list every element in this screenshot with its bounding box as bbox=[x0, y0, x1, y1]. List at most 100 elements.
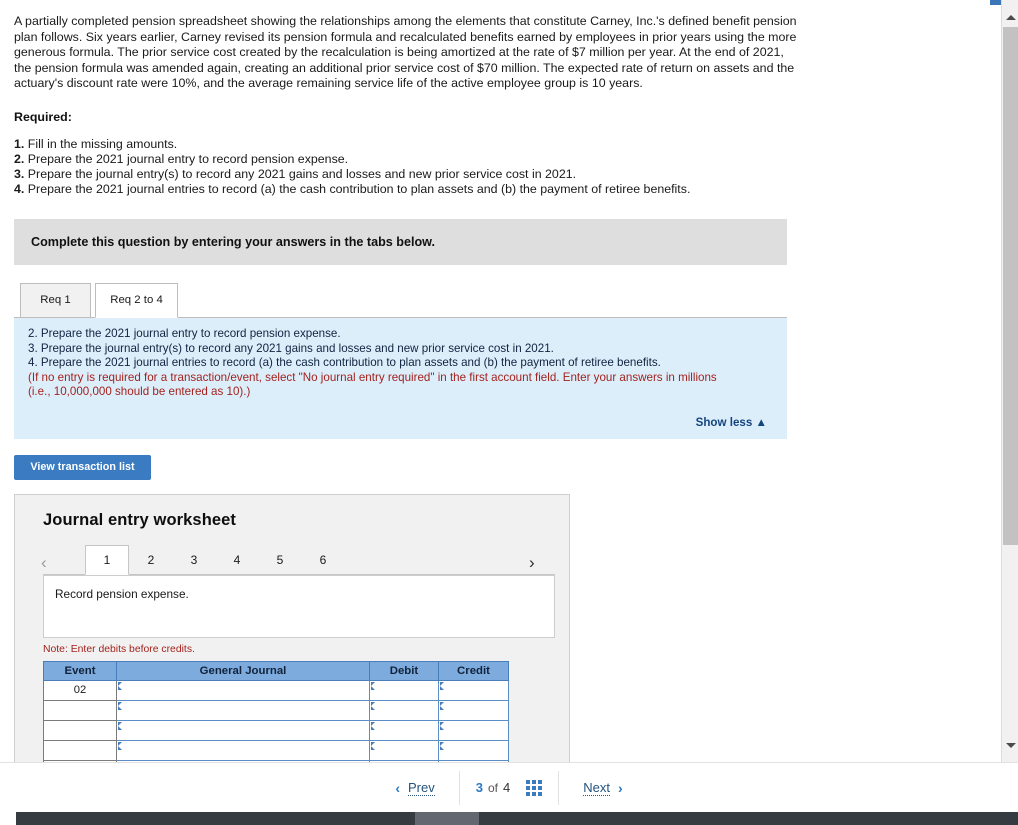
cell-event bbox=[43, 739, 117, 761]
requirement-number: 4. bbox=[14, 181, 25, 196]
cell-debit[interactable] bbox=[369, 699, 439, 721]
requirement-text: Prepare the 2021 journal entries to reco… bbox=[27, 181, 691, 196]
cell-debit[interactable] bbox=[369, 679, 439, 701]
table-row: 02 bbox=[43, 679, 509, 701]
instruction-banner: Complete this question by entering your … bbox=[14, 218, 787, 265]
worksheet-page-1-label: 1 bbox=[103, 552, 111, 567]
cell-general-journal[interactable] bbox=[116, 679, 370, 701]
taskbar-background bbox=[16, 812, 1018, 825]
os-taskbar bbox=[0, 812, 1018, 825]
worksheet-page-1[interactable]: 1 bbox=[85, 544, 129, 575]
show-less-link[interactable]: Show less ▲ bbox=[696, 416, 767, 429]
cell-event bbox=[43, 719, 117, 741]
show-less-row: Show less ▲ bbox=[28, 413, 773, 431]
prev-button[interactable]: ‹ Prev bbox=[379, 771, 458, 805]
next-button[interactable]: Next › bbox=[558, 770, 638, 805]
column-header-general-journal: General Journal bbox=[116, 660, 370, 681]
page-root: A partially completed pension spreadshee… bbox=[0, 0, 1018, 825]
column-header-credit: Credit bbox=[438, 660, 509, 681]
prev-label: Prev bbox=[408, 779, 435, 796]
tab-req-1[interactable]: Req 1 bbox=[20, 282, 91, 318]
chevron-right-icon[interactable]: › bbox=[529, 554, 535, 571]
requirement-item: 2. Prepare the 2021 journal entry to rec… bbox=[14, 152, 814, 167]
table-row bbox=[43, 739, 509, 761]
cell-general-journal[interactable] bbox=[116, 719, 370, 741]
grid-view-icon[interactable] bbox=[526, 779, 543, 796]
page-indicator: 3 of 4 bbox=[458, 770, 558, 805]
requirement-text: Fill in the missing amounts. bbox=[27, 136, 178, 151]
instruction-banner-text: Complete this question by entering your … bbox=[31, 234, 435, 249]
worksheet-note: Note: Enter debits before credits. bbox=[43, 643, 195, 655]
page-current: 3 bbox=[475, 780, 483, 795]
worksheet-page-2-label: 2 bbox=[147, 552, 155, 567]
required-heading: Required: bbox=[14, 109, 72, 124]
worksheet-page-5-label: 5 bbox=[276, 552, 284, 567]
worksheet-title: Journal entry worksheet bbox=[43, 510, 237, 529]
worksheet-page-4-label: 4 bbox=[233, 552, 241, 567]
requirement-number: 3. bbox=[14, 166, 25, 181]
taskbar-active-window[interactable] bbox=[415, 812, 479, 825]
table-row bbox=[43, 699, 509, 721]
requirement-number: 2. bbox=[14, 151, 25, 166]
scroll-up-arrow-icon[interactable] bbox=[1002, 9, 1018, 26]
journal-entry-table: Event General Journal Debit Credit 02 bbox=[43, 660, 509, 762]
requirement-number: 1. bbox=[14, 136, 25, 151]
chevron-right-icon: › bbox=[617, 779, 623, 796]
cell-general-journal[interactable] bbox=[116, 739, 370, 761]
cell-event: 02 bbox=[43, 679, 117, 701]
table-row bbox=[43, 719, 509, 741]
requirement-tabstrip: Req 1 Req 2 to 4 bbox=[14, 282, 787, 318]
cell-debit[interactable] bbox=[369, 739, 439, 761]
worksheet-pagination: ‹ 1 2 3 4 5 6 › bbox=[15, 544, 569, 575]
instruction-line: 3. Prepare the journal entry(s) to recor… bbox=[28, 341, 554, 355]
next-label: Next bbox=[583, 779, 610, 796]
cell-credit[interactable] bbox=[438, 699, 509, 721]
scrollbar-thumb[interactable] bbox=[1003, 27, 1018, 545]
worksheet-page-4[interactable]: 4 bbox=[215, 545, 259, 575]
instructions-panel: 2. Prepare the 2021 journal entry to rec… bbox=[14, 317, 787, 439]
page-total: 4 bbox=[503, 780, 511, 795]
cell-credit[interactable] bbox=[438, 739, 509, 761]
worksheet-page-2[interactable]: 2 bbox=[129, 545, 173, 575]
instruction-line: 2. Prepare the 2021 journal entry to rec… bbox=[28, 326, 341, 340]
column-header-debit: Debit bbox=[369, 660, 439, 681]
worksheet-page-5[interactable]: 5 bbox=[258, 545, 302, 575]
worksheet-page-6[interactable]: 6 bbox=[301, 545, 345, 575]
page-of-label: of bbox=[487, 780, 498, 795]
instruction-note-line: (i.e., 10,000,000 should be entered as 1… bbox=[28, 385, 251, 399]
cell-general-journal[interactable] bbox=[116, 699, 370, 721]
question-viewport: A partially completed pension spreadshee… bbox=[0, 0, 990, 762]
cell-credit[interactable] bbox=[438, 679, 509, 701]
bottom-navigation: ‹ Prev 3 of 4 Next › bbox=[0, 762, 1018, 812]
chevron-left-icon: ‹ bbox=[395, 779, 401, 796]
requirements-list: 1. Fill in the missing amounts. 2. Prepa… bbox=[14, 137, 814, 197]
column-header-event: Event bbox=[43, 660, 117, 681]
question-intro-text: A partially completed pension spreadshee… bbox=[14, 14, 797, 91]
worksheet-page-3[interactable]: 3 bbox=[172, 545, 216, 575]
requirement-text: Prepare the journal entry(s) to record a… bbox=[27, 166, 577, 181]
bottom-navigation-inner: ‹ Prev 3 of 4 Next › bbox=[379, 770, 638, 805]
tab-req-1-label: Req 1 bbox=[40, 294, 71, 307]
journal-entry-worksheet-panel: Journal entry worksheet ‹ 1 2 3 4 5 6 › … bbox=[14, 493, 570, 762]
journal-table-header-row: Event General Journal Debit Credit bbox=[43, 660, 509, 681]
worksheet-description: Record pension expense. bbox=[43, 574, 555, 638]
cell-credit[interactable] bbox=[438, 719, 509, 741]
question-content: A partially completed pension spreadshee… bbox=[0, 0, 990, 762]
view-transaction-list-button[interactable]: View transaction list bbox=[14, 454, 151, 480]
cell-event bbox=[43, 699, 117, 721]
vertical-scrollbar[interactable] bbox=[1001, 0, 1018, 762]
instruction-line: 4. Prepare the 2021 journal entries to r… bbox=[28, 356, 661, 370]
tab-req-2-to-4-label: Req 2 to 4 bbox=[110, 294, 163, 307]
requirement-item: 4. Prepare the 2021 journal entries to r… bbox=[14, 182, 814, 197]
scroll-down-arrow-icon[interactable] bbox=[1002, 737, 1018, 754]
chevron-left-icon[interactable]: ‹ bbox=[41, 554, 47, 571]
tab-req-2-to-4[interactable]: Req 2 to 4 bbox=[95, 282, 178, 318]
cell-debit[interactable] bbox=[369, 719, 439, 741]
worksheet-page-3-label: 3 bbox=[190, 552, 198, 567]
requirement-item: 3. Prepare the journal entry(s) to recor… bbox=[14, 167, 814, 182]
worksheet-page-6-label: 6 bbox=[319, 552, 327, 567]
requirement-text: Prepare the 2021 journal entry to record… bbox=[27, 151, 349, 166]
journal-table-wrapper: Event General Journal Debit Credit 02 bbox=[43, 660, 509, 762]
requirement-item: 1. Fill in the missing amounts. bbox=[14, 137, 814, 152]
instruction-note-line: (If no entry is required for a transacti… bbox=[28, 370, 717, 384]
